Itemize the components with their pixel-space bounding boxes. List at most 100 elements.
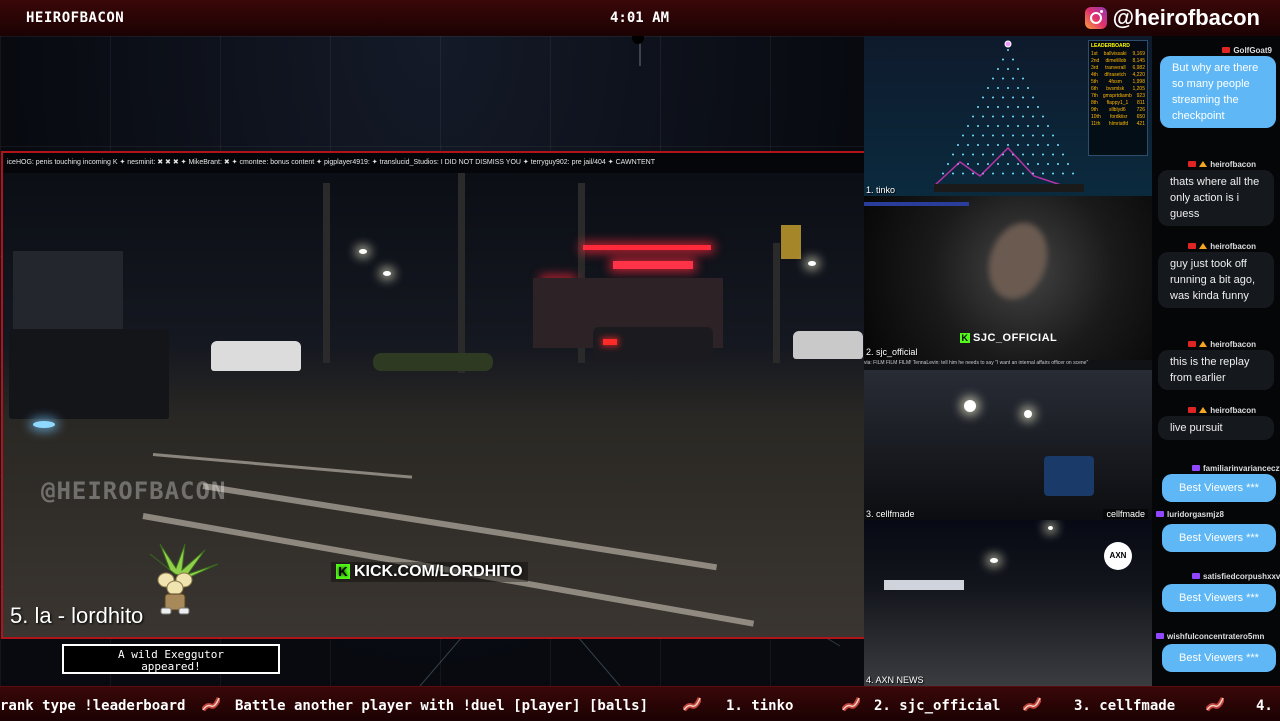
chat-username[interactable]: satisfiedcorpushxxvlhhn bbox=[1192, 572, 1280, 581]
chat-username[interactable]: heirofbacon bbox=[1188, 406, 1256, 415]
plinko-peg bbox=[1027, 144, 1029, 146]
plinko-peg bbox=[1022, 96, 1024, 99]
plinko-peg bbox=[1002, 172, 1004, 175]
chat-username[interactable]: heirofbacon bbox=[1188, 340, 1256, 349]
plinko-peg bbox=[1017, 125, 1019, 127]
plinko-peg bbox=[1027, 163, 1029, 165]
plinko-peg bbox=[977, 106, 979, 108]
leaderboard-user: tranverall bbox=[1105, 65, 1126, 71]
leaderboard-rank: 7th bbox=[1091, 93, 1098, 99]
chat-username[interactable]: familiarinvariancecztd8c bbox=[1192, 464, 1280, 473]
chat-username-text: luridorgasmjz8 bbox=[1167, 510, 1224, 519]
scene-pole bbox=[773, 243, 780, 363]
leaderboard-row: 7th gmsprtdiamb 923 bbox=[1091, 93, 1145, 100]
chat-message: Best Viewers *** bbox=[1162, 474, 1276, 502]
side-stream-4[interactable]: AXN 4. AXN NEWS bbox=[864, 520, 1152, 686]
plinko-peg bbox=[1012, 172, 1014, 175]
stream-caption: via: FILM FILM FILM! TennaLevin: tell hi… bbox=[864, 360, 1152, 370]
plinko-peg bbox=[947, 163, 949, 165]
leaderboard-rank: 6th bbox=[1091, 86, 1098, 92]
leaderboard-rank: 11th bbox=[1091, 121, 1101, 127]
plinko-peg bbox=[1047, 144, 1049, 146]
light bbox=[990, 558, 998, 563]
chat-username-text: wishfulconcentratero5mn bbox=[1167, 632, 1265, 641]
leaderboard-rank: 8th bbox=[1091, 100, 1098, 106]
plinko-peg bbox=[1042, 153, 1044, 156]
leaderboard-user: 4fssm bbox=[1108, 79, 1122, 85]
ticker-item: 3. cellfmade bbox=[1074, 698, 1176, 714]
twitch-icon bbox=[1156, 511, 1164, 517]
plinko-peg bbox=[962, 172, 964, 175]
kick-icon: K bbox=[336, 564, 350, 579]
plinko-peg bbox=[952, 172, 954, 175]
chat-username-text: satisfiedcorpushxxvlhhn bbox=[1203, 572, 1280, 581]
plinko-peg bbox=[1047, 163, 1049, 165]
leaderboard: LEADERBOARD 1st ballvissaki 9,169 2nd dimeli… bbox=[1088, 40, 1148, 156]
leaderboard-score: 421 bbox=[1136, 121, 1145, 127]
leaderboard-score: 650 bbox=[1136, 114, 1145, 120]
chat-username[interactable]: heirofbacon bbox=[1188, 242, 1256, 251]
chat-username[interactable]: GolfGoat9 bbox=[1222, 46, 1272, 55]
street-lamp bbox=[808, 261, 816, 266]
side-stream-3[interactable]: via: FILM FILM FILM! TennaLevin: tell hi… bbox=[864, 360, 1152, 520]
chat-username[interactable]: wishfulconcentratero5mn bbox=[1156, 632, 1276, 641]
vehicle bbox=[9, 329, 169, 419]
plinko-peg bbox=[982, 153, 984, 156]
plinko-peg bbox=[992, 134, 994, 137]
plinko-peg bbox=[1017, 163, 1019, 165]
bacon-icon bbox=[683, 697, 701, 712]
twitch-icon bbox=[1192, 573, 1200, 579]
plinko-peg bbox=[1072, 172, 1074, 175]
building bbox=[13, 251, 123, 331]
leaderboard-rank: 1st bbox=[1091, 51, 1098, 57]
leaderboard-user: hlmriatfd bbox=[1108, 121, 1129, 127]
plinko-peg bbox=[1062, 153, 1064, 156]
leaderboard-user: dimelillob bbox=[1105, 58, 1127, 64]
leaderboard-score: 811 bbox=[1137, 100, 1145, 106]
plinko-peg bbox=[992, 115, 994, 118]
plinko-peg bbox=[1007, 106, 1009, 108]
brand-name: HEIROFBACON bbox=[26, 10, 125, 26]
plinko-peg bbox=[962, 134, 964, 137]
youtube-icon bbox=[1222, 47, 1231, 53]
leaderboard-rank: 3rd bbox=[1091, 65, 1099, 71]
vehicle bbox=[593, 327, 713, 363]
side-stream-label: 3. cellfmade bbox=[866, 509, 915, 519]
youtube-icon bbox=[1188, 161, 1197, 167]
leaderboard-row: 11th hlmriatfd 421 bbox=[1091, 121, 1145, 128]
plinko-peg bbox=[1007, 125, 1009, 127]
leaderboard-rank: 2nd bbox=[1091, 58, 1100, 64]
scene-pole bbox=[323, 183, 330, 363]
parking-line bbox=[202, 483, 718, 571]
main-stage: iceHOG: penis touching incoming K ✦ nesm… bbox=[0, 36, 864, 686]
side-stream-1[interactable]: LEADERBOARD 1st ballvissaki 9,169 2nd dimeli… bbox=[864, 36, 1152, 196]
chat-username-text: heirofbacon bbox=[1210, 242, 1256, 251]
plinko-peg bbox=[997, 106, 999, 108]
bacon-icon bbox=[842, 697, 860, 712]
progress-bar bbox=[864, 202, 969, 206]
ticker-item: rank type !leaderboard bbox=[0, 698, 186, 714]
plinko-peg bbox=[1022, 172, 1024, 175]
side-stream-label: 2. sjc_official bbox=[866, 347, 918, 357]
exeggutor-sprite bbox=[149, 544, 219, 615]
plinko-peg bbox=[982, 134, 984, 137]
side-stream-label: 4. AXN NEWS bbox=[866, 675, 924, 685]
hedge bbox=[373, 353, 493, 371]
leaderboard-row: 6th bvsmlsk 1,205 bbox=[1091, 86, 1145, 93]
youtube-icon bbox=[1188, 243, 1197, 249]
chat-username[interactable]: luridorgasmjz8 bbox=[1156, 510, 1276, 519]
plinko-peg bbox=[977, 144, 979, 146]
leaderboard-user: dfirasetch bbox=[1104, 72, 1127, 78]
leaderboard-title: LEADERBOARD bbox=[1091, 43, 1130, 49]
side-stream-2[interactable]: K SJC_OFFICIAL 2. sjc_official bbox=[864, 196, 1152, 360]
plinko-peg bbox=[1007, 49, 1009, 51]
chat-username[interactable]: heirofbacon bbox=[1188, 160, 1256, 169]
plinko-peg bbox=[967, 163, 969, 165]
plinko-peg bbox=[1002, 77, 1004, 80]
plinko-peg bbox=[1022, 134, 1024, 137]
plinko-peg bbox=[1052, 153, 1054, 156]
main-stream-label: 5. la - lordhito bbox=[10, 603, 144, 628]
plinko-peg bbox=[1017, 144, 1019, 146]
leaderboard-user: bvsmlsk bbox=[1106, 86, 1125, 92]
plinko-peg bbox=[992, 96, 994, 99]
